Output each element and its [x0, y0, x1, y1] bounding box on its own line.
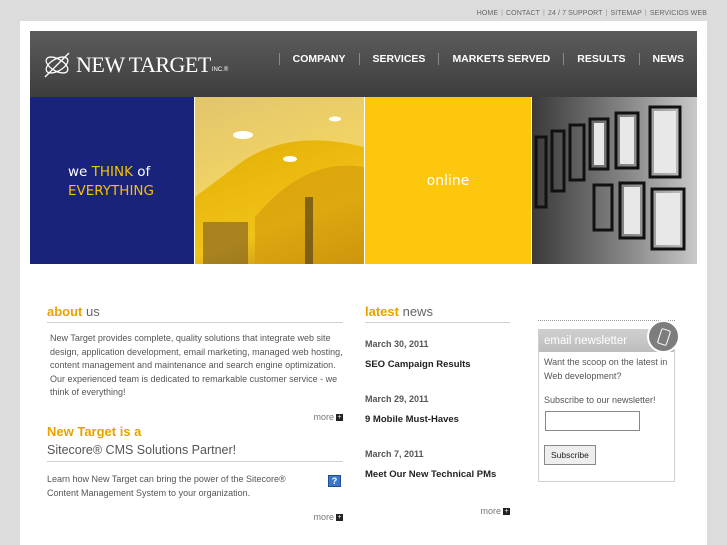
utility-nav: HOME | CONTACT | 24 / 7 SUPPORT | SITEMAP | SERV…: [477, 10, 707, 17]
divider: |: [543, 10, 545, 17]
hero-online-text: online: [426, 173, 470, 189]
partner-text: Learn how New Target can bring the power…: [47, 473, 286, 498]
divider: |: [501, 10, 504, 17]
main-nav: COMPANY SERVICES MARKETS SERVED RESULTS …: [278, 53, 698, 65]
mobile-phone-icon: [647, 320, 680, 353]
news-date: March 29, 2011: [365, 394, 429, 404]
utility-link-home[interactable]: HOME: [477, 10, 498, 17]
interior-photo-image: [195, 97, 364, 264]
about-more-link[interactable]: more +: [47, 412, 343, 422]
newsletter-column: email newsletter Want the scoop on the l…: [538, 320, 680, 482]
nav-item-news[interactable]: NEWS: [640, 53, 698, 65]
target-logo-icon: [44, 52, 70, 78]
logo-text: NEW TARGET: [76, 52, 211, 77]
nav-item-services[interactable]: SERVICES: [360, 53, 439, 65]
newsletter-box: email newsletter Want the scoop on the l…: [538, 320, 680, 482]
partner-heading-line1: New Target is a: [47, 423, 142, 439]
help-icon[interactable]: ?: [328, 474, 341, 487]
hero-panel-online: online: [365, 97, 531, 264]
newsletter-text: Want the scoop on the latest in Web deve…: [544, 357, 668, 381]
plus-icon: +: [503, 508, 510, 516]
utility-link-sitemap[interactable]: SITEMAP: [610, 10, 641, 17]
nav-item-company[interactable]: COMPANY: [280, 53, 359, 65]
site-header: NEW TARGET INC.® COMPANY SERVICES MARKET…: [30, 31, 697, 97]
logo-suffix: INC.®: [211, 67, 229, 73]
news-date: March 30, 2011: [365, 339, 429, 349]
newsletter-subscribe-prompt: Subscribe to our newsletter!: [544, 395, 656, 406]
divider: |: [644, 10, 647, 17]
about-heading: about us: [47, 304, 343, 323]
hero-banner: we THINK of EVERYTHING online: [30, 97, 697, 264]
partner-heading-line2: Sitecore® CMS Solutions Partner!: [47, 443, 343, 462]
plus-icon: +: [336, 514, 343, 522]
partner-text-block: Learn how New Target can bring the power…: [47, 472, 343, 500]
page-frame: NEW TARGET INC.® COMPANY SERVICES MARKET…: [20, 21, 707, 545]
news-column: latest news March 30, 2011 SEO Campaign …: [365, 304, 510, 516]
hero-panel-interior-photo: [195, 97, 364, 264]
subscribe-button[interactable]: Subscribe: [544, 445, 596, 466]
hero-panel-think: we THINK of EVERYTHING: [30, 97, 194, 264]
utility-link-support[interactable]: 24 / 7 SUPPORT: [548, 10, 603, 17]
frames-photo-image: [534, 105, 686, 251]
hero-tagline-line1: we THINK of: [68, 164, 151, 180]
news-more-link[interactable]: more +: [365, 506, 510, 516]
nav-item-markets-served[interactable]: MARKETS SERVED: [439, 53, 563, 65]
news-heading: latest news: [365, 304, 510, 323]
utility-link-contact[interactable]: CONTACT: [506, 10, 540, 17]
news-link[interactable]: Meet Our New Technical PMs: [365, 469, 510, 480]
divider: [538, 320, 675, 321]
news-date: March 7, 2011: [365, 449, 424, 459]
news-link[interactable]: 9 Mobile Must-Haves: [365, 414, 510, 425]
newsletter-email-input[interactable]: [545, 411, 640, 432]
utility-link-servicios[interactable]: SERVICIOS WEB: [650, 10, 707, 17]
partner-more-link[interactable]: more +: [47, 512, 343, 522]
left-column: about us New Target provides complete, q…: [47, 304, 343, 522]
news-link[interactable]: SEO Campaign Results: [365, 359, 510, 370]
logo[interactable]: NEW TARGET INC.®: [42, 49, 228, 81]
nav-item-results[interactable]: RESULTS: [564, 53, 638, 65]
hero-tagline-line2: EVERYTHING: [68, 183, 154, 199]
plus-icon: +: [336, 414, 343, 422]
hero-panel-frames-photo: [532, 97, 697, 264]
about-text: New Target provides complete, quality so…: [50, 333, 343, 398]
